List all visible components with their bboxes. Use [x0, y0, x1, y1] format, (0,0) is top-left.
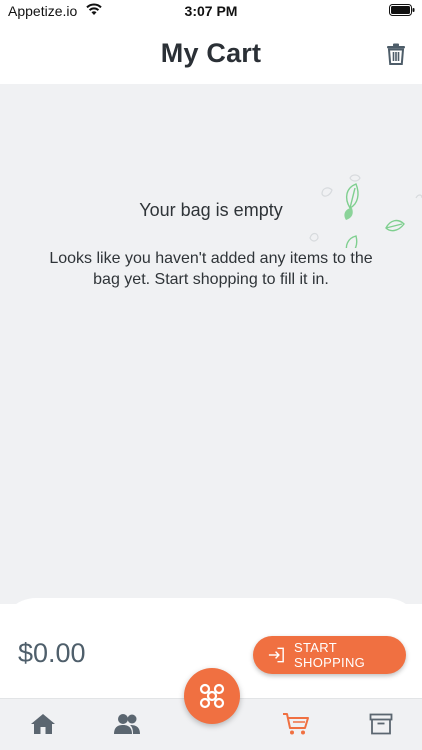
start-shopping-label: START SHOPPING: [294, 640, 366, 670]
cart-icon: [283, 713, 309, 735]
cart-content-area: Your bag is empty Looks like you haven't…: [0, 84, 422, 604]
trash-icon: [387, 43, 405, 65]
tab-home[interactable]: [28, 711, 58, 737]
status-bar: Appetize.io 3:07 PM: [0, 0, 422, 22]
battery-icon: [389, 4, 415, 16]
network-nodes-icon: [199, 683, 225, 709]
header: My Cart: [0, 22, 422, 84]
login-arrow-icon: [268, 647, 284, 663]
tab-people[interactable]: [112, 711, 142, 737]
home-icon: [31, 714, 55, 734]
center-fab-button[interactable]: [184, 668, 240, 724]
status-time: 3:07 PM: [184, 3, 238, 19]
cart-total: $0.00: [18, 638, 86, 668]
tab-cart[interactable]: [281, 711, 311, 737]
tab-orders[interactable]: [366, 711, 396, 737]
leaves-icon: [309, 174, 422, 248]
clear-cart-button[interactable]: [382, 40, 410, 68]
empty-state-title: Your bag is empty: [139, 200, 283, 220]
start-shopping-button[interactable]: START SHOPPING: [253, 636, 406, 674]
people-icon: [114, 714, 140, 734]
archive-box-icon: [369, 713, 393, 735]
page-title: My Cart: [160, 38, 262, 68]
empty-state-message: Looks like you haven't added any items t…: [49, 250, 373, 288]
